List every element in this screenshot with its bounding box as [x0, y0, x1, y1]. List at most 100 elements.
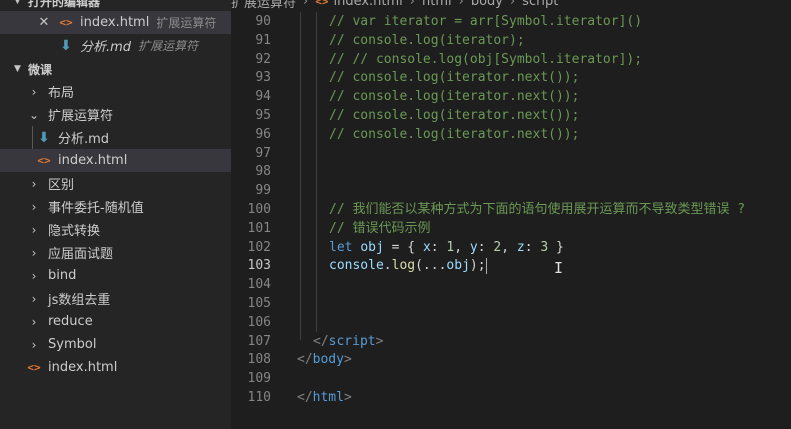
code-text: // console.log(iterator.next());: [329, 106, 579, 125]
line-number: 101: [247, 220, 271, 236]
tree-item-folder[interactable]: › Symbol: [0, 333, 231, 356]
code-token: >: [375, 333, 384, 349]
chevron-right-icon: ›: [31, 199, 37, 214]
code-token: );: [469, 258, 486, 274]
code-text: </body>: [297, 350, 352, 369]
chevron-right-icon: ›: [31, 314, 37, 329]
tree-item-folder[interactable]: › 应届面试题: [0, 241, 231, 264]
code-line[interactable]: 94 // console.log(iterator.next());: [231, 87, 791, 106]
code-token: :: [477, 239, 494, 255]
tree-item-file-html[interactable]: <> index.html: [0, 356, 231, 379]
code-token: // console.log(iterator);: [329, 32, 525, 48]
code-line[interactable]: 95 // console.log(iterator.next());: [231, 106, 791, 125]
code-token: // console.log(iterator.next());: [329, 89, 580, 105]
line-number: 94: [255, 89, 271, 105]
tree-item-label: 事件委托-随机值: [48, 201, 144, 216]
code-line[interactable]: 106: [231, 313, 791, 332]
code-line[interactable]: 109: [231, 369, 791, 388]
code-line[interactable]: 105: [231, 294, 791, 313]
code-text: </html>: [297, 388, 352, 407]
code-line[interactable]: 108 </body>: [231, 350, 791, 369]
breadcrumb-item[interactable]: body: [471, 0, 503, 9]
code-token: (...: [415, 258, 447, 274]
workspace-title: 微课: [28, 62, 53, 77]
code-token: </: [313, 333, 329, 349]
open-editor-item-index-html[interactable]: ✕ <> index.html 扩展运算符: [0, 11, 231, 34]
code-token: obj: [446, 258, 470, 274]
code-line[interactable]: 103 console.log(...obj);: [231, 256, 791, 275]
breadcrumb-item[interactable]: 扩展运算符: [231, 0, 296, 11]
line-number: 105: [247, 296, 271, 311]
code-token: // // console.log(obj[Symbol.iterator]);: [329, 51, 643, 67]
tree-item-folder[interactable]: › bind: [0, 264, 231, 287]
code-token: </: [297, 390, 313, 405]
close-icon[interactable]: ✕: [36, 15, 52, 30]
line-number: 96: [255, 126, 271, 142]
line-number: 109: [247, 371, 271, 387]
breadcrumb-item[interactable]: script: [522, 0, 558, 9]
code-token: 3: [540, 239, 549, 255]
code-token: // 错误代码示例: [329, 220, 431, 236]
code-line[interactable]: 90 // var iterator = arr[Symbol.iterator]…: [231, 12, 791, 31]
line-number: 106: [247, 314, 271, 330]
tree-item-folder[interactable]: › 布局: [0, 80, 231, 103]
code-editor[interactable]: 扩展运算符 › <> index.html › html › body › sc…: [231, 0, 791, 429]
code-line[interactable]: 91 // console.log(iterator);: [231, 31, 791, 50]
code-token: }: [556, 239, 564, 255]
breadcrumb-item[interactable]: html: [422, 0, 452, 9]
code-line[interactable]: 99: [231, 181, 791, 200]
breadcrumb-separator-icon: ›: [303, 0, 309, 9]
code-line[interactable]: 97: [231, 144, 791, 163]
tree-item-folder[interactable]: › 事件委托-随机值: [0, 195, 231, 218]
tree-item-label: 分析.md: [58, 132, 110, 147]
code-line[interactable]: 101 // 错误代码示例: [231, 219, 791, 238]
chevron-down-icon: ⌄: [28, 107, 40, 122]
code-line[interactable]: 96 // console.log(iterator.next());: [231, 125, 791, 144]
html-file-icon: <>: [315, 0, 329, 8]
code-line[interactable]: 107 </script>: [231, 332, 791, 351]
code-token: ,: [501, 239, 517, 255]
code-line[interactable]: 98: [231, 162, 791, 181]
line-number: 100: [247, 202, 271, 217]
line-number: 99: [255, 183, 271, 199]
code-token: {: [407, 239, 416, 255]
line-number: 104: [247, 277, 271, 293]
html-file-icon: <>: [59, 16, 73, 29]
code-text: // var iterator = arr[Symbol.iterator](): [329, 12, 642, 31]
code-token: </: [297, 352, 313, 368]
breadcrumb: 扩展运算符 › <> index.html › html › body › sc…: [231, 0, 791, 11]
code-line[interactable]: 92 // // console.log(obj[Symbol.iterator]…: [231, 50, 791, 69]
code-text: // console.log(iterator.next());: [329, 125, 579, 144]
chevron-right-icon: ›: [31, 291, 37, 306]
tree-item-file-html-active[interactable]: <> index.html: [0, 149, 231, 172]
markdown-file-icon: ⬇: [38, 129, 50, 146]
breadcrumb-item[interactable]: index.html: [333, 0, 402, 9]
tree-item-folder[interactable]: › 区别: [0, 172, 231, 195]
tree-item-label: index.html: [58, 153, 128, 168]
code-text: // console.log(iterator);: [329, 31, 525, 50]
code-token: // var iterator = arr[Symbol.iterator](): [329, 14, 643, 29]
workspace-header[interactable]: ▼ 微课: [0, 58, 231, 80]
code-line[interactable]: 93 // console.log(iterator.next());: [231, 68, 791, 87]
chevron-right-icon: ›: [31, 268, 37, 283]
tree-item-folder[interactable]: › js数组去重: [0, 287, 231, 310]
tree-item-label: reduce: [48, 314, 93, 329]
tree-item-folder[interactable]: › reduce: [0, 310, 231, 333]
line-number: 98: [255, 164, 271, 180]
code-line[interactable]: 100 // 我们能否以某种方式为下面的语句使用展开运算而不导致类型错误 ?: [231, 200, 791, 219]
open-editor-desc: 扩展运算符: [138, 39, 199, 53]
markdown-file-icon: ⬇: [60, 37, 72, 54]
tree-item-file-md[interactable]: ⬇ 分析.md: [0, 126, 231, 149]
code-token: x: [422, 239, 431, 255]
tree-item-label: 扩展运算符: [48, 109, 114, 124]
open-editor-item-analysis-md[interactable]: ⬇ 分析.md 扩展运算符: [0, 34, 231, 57]
code-token: console: [329, 258, 384, 274]
code-line[interactable]: 110 </html>: [231, 388, 791, 407]
code-line[interactable]: 104: [231, 275, 791, 294]
tree-item-folder-open[interactable]: ⌄ 扩展运算符: [0, 103, 231, 126]
line-number: 102: [247, 239, 271, 255]
line-number: 103: [247, 258, 271, 274]
code-line[interactable]: 102 let obj = { x: 1, y: 2, z: 3 }: [231, 238, 791, 257]
tree-item-folder[interactable]: › 隐式转换: [0, 218, 231, 241]
